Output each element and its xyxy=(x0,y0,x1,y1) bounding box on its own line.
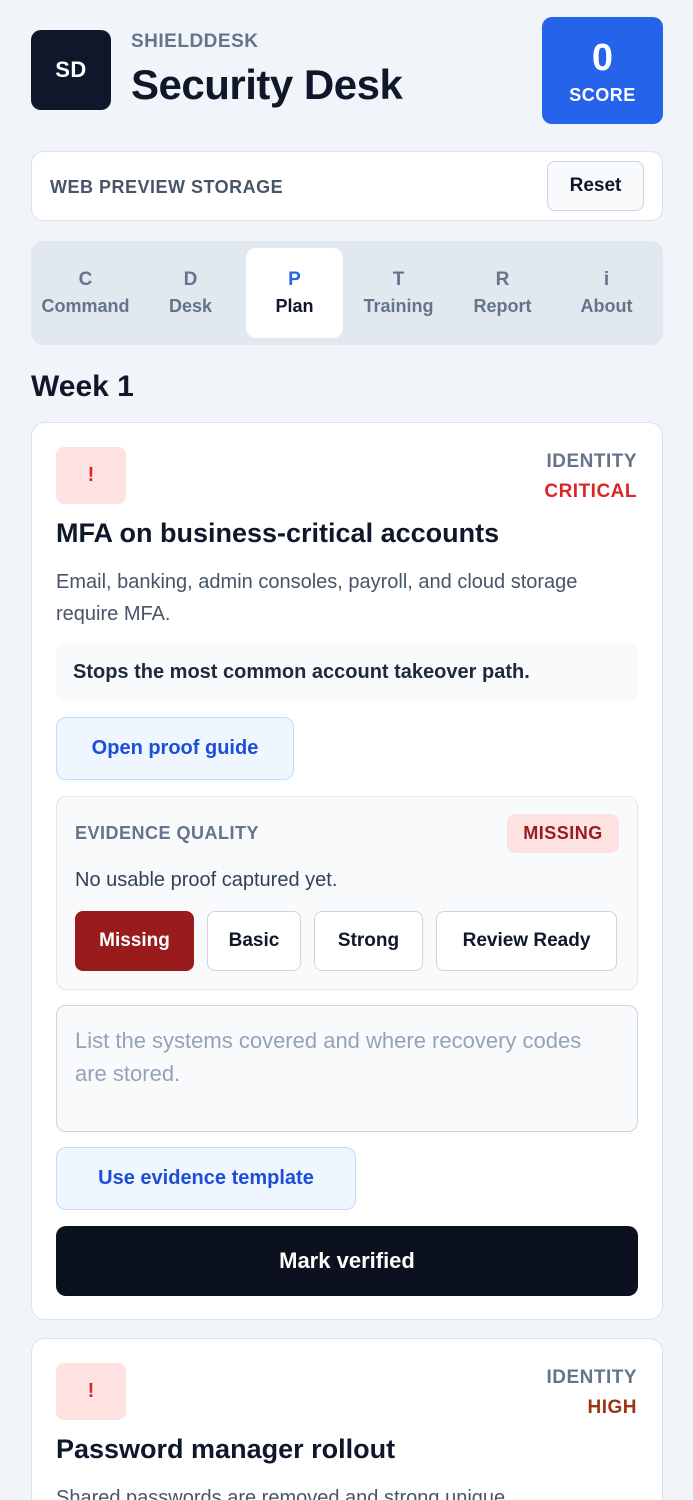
storage-bar: WEB PREVIEW STORAGE Reset xyxy=(31,151,663,221)
quality-review-ready-button[interactable]: Review Ready xyxy=(436,911,617,971)
quality-basic-button[interactable]: Basic xyxy=(207,911,301,971)
quality-strong-button[interactable]: Strong xyxy=(314,911,423,971)
task-description: Shared passwords are removed and strong … xyxy=(56,1487,506,1500)
evidence-notes-field[interactable] xyxy=(56,1005,638,1132)
evidence-quality-label: EVIDENCE QUALITY xyxy=(75,823,260,843)
app-logo: SD xyxy=(31,30,111,110)
task-description: Email, banking, admin consoles, payroll,… xyxy=(56,571,578,625)
storage-label: WEB PREVIEW STORAGE xyxy=(50,177,284,197)
tab-label: Desk xyxy=(168,296,213,316)
tab-letter: i xyxy=(603,269,610,290)
task-card: ! IDENTITY CRITICAL MFA on business-crit… xyxy=(31,422,663,1320)
open-proof-guide-button[interactable]: Open proof guide xyxy=(56,717,294,780)
severity-label: HIGH xyxy=(587,1397,637,1418)
evidence-quality-panel: EVIDENCE QUALITY MISSING No usable proof… xyxy=(56,796,638,990)
reset-button[interactable]: Reset xyxy=(547,161,644,211)
category-label: IDENTITY xyxy=(546,451,637,472)
evidence-status-badge: MISSING xyxy=(507,814,619,853)
task-card: ! IDENTITY HIGH Password manager rollout… xyxy=(31,1338,663,1500)
category-label: IDENTITY xyxy=(546,1367,637,1388)
use-evidence-template-button[interactable]: Use evidence template xyxy=(56,1147,356,1210)
quality-missing-button[interactable]: Missing xyxy=(75,911,194,971)
tab-report[interactable]: R Report xyxy=(454,248,551,338)
score-label: SCORE xyxy=(569,85,636,105)
tab-label: Command xyxy=(41,296,130,316)
tab-letter: C xyxy=(78,269,93,290)
tab-label: About xyxy=(580,296,633,316)
impact-note: Stops the most common account takeover p… xyxy=(56,643,638,701)
alert-icon: ! xyxy=(56,447,126,504)
app-header: SD SHIELDDESK Security Desk 0 SCORE xyxy=(31,17,663,124)
tab-training[interactable]: T Training xyxy=(350,248,447,338)
week-heading: Week 1 xyxy=(31,370,134,403)
tab-letter: P xyxy=(288,269,301,290)
tab-command[interactable]: C Command xyxy=(37,248,134,338)
tab-about[interactable]: i About xyxy=(558,248,655,338)
tab-bar: C Command D Desk P Plan T Training R Rep… xyxy=(31,241,663,345)
tab-letter: R xyxy=(495,269,510,290)
page-title: Security Desk xyxy=(131,61,403,108)
mark-verified-button[interactable]: Mark verified xyxy=(56,1226,638,1296)
tab-letter: D xyxy=(183,269,198,290)
tab-plan[interactable]: P Plan xyxy=(246,248,343,338)
tab-label: Report xyxy=(473,296,532,316)
tab-letter: T xyxy=(392,269,405,290)
evidence-status-text: No usable proof captured yet. xyxy=(75,869,338,891)
score-badge: 0 SCORE xyxy=(542,17,663,124)
task-title: MFA on business-critical accounts xyxy=(56,518,500,548)
tab-label: Plan xyxy=(275,296,314,316)
tab-label: Training xyxy=(363,296,434,316)
alert-icon: ! xyxy=(56,1363,126,1420)
score-value: 0 xyxy=(591,37,614,79)
severity-label: CRITICAL xyxy=(544,481,637,502)
tab-desk[interactable]: D Desk xyxy=(142,248,239,338)
task-title: Password manager rollout xyxy=(56,1434,396,1464)
brand-name: SHIELDDESK xyxy=(131,31,259,52)
